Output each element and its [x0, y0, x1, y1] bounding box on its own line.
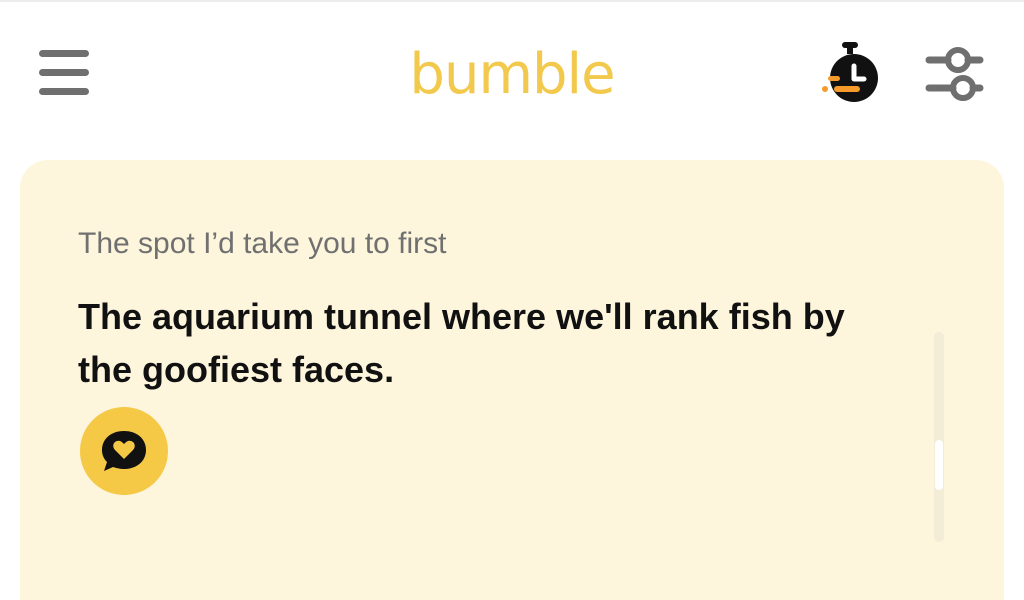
stopwatch-icon: [822, 42, 878, 102]
heart-chat-bubble-icon: [102, 431, 146, 471]
app-header: bumble: [0, 2, 1024, 160]
scrollbar-thumb[interactable]: [935, 440, 943, 490]
prompt-label: The spot I’d take you to first: [78, 227, 447, 260]
bumble-logo: bumble: [409, 42, 615, 107]
prompt-answer: The aquarium tunnel where we'll rank fis…: [78, 296, 845, 390]
filter-sliders-icon: [925, 47, 984, 101]
filter-button[interactable]: [922, 42, 988, 106]
menu-button[interactable]: [36, 48, 92, 100]
comment-button[interactable]: [80, 407, 168, 495]
scrollbar-track[interactable]: [934, 332, 944, 542]
timer-button[interactable]: [818, 40, 882, 106]
profile-prompt-card: The spot I’d take you to first The aquar…: [20, 160, 1004, 600]
